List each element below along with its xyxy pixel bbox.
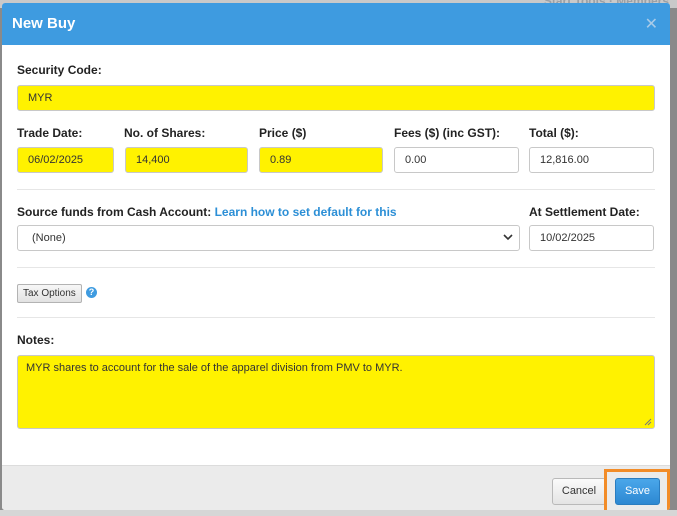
total-label: Total ($): xyxy=(529,126,579,140)
fees-input[interactable]: 0.00 xyxy=(394,147,519,173)
settlement-date-label: At Settlement Date: xyxy=(529,205,640,219)
divider xyxy=(17,317,655,318)
trade-date-label: Trade Date: xyxy=(17,126,83,140)
chevron-down-icon xyxy=(503,234,513,241)
total-input[interactable]: 12,816.00 xyxy=(529,147,654,173)
close-icon[interactable]: ✕ xyxy=(645,14,658,34)
notes-label: Notes: xyxy=(17,333,55,347)
fees-label: Fees ($) (inc GST): xyxy=(394,126,501,140)
notes-text: MYR shares to account for the sale of th… xyxy=(26,362,403,374)
settlement-date-input[interactable]: 10/02/2025 xyxy=(529,225,654,251)
source-funds-label: Source funds from Cash Account: Learn ho… xyxy=(17,205,397,219)
security-code-label: Security Code: xyxy=(17,63,102,77)
save-button[interactable]: Save xyxy=(615,478,660,505)
price-input[interactable]: 0.89 xyxy=(259,147,383,173)
price-label: Price ($) xyxy=(259,126,307,140)
shares-label: No. of Shares: xyxy=(124,126,206,140)
security-code-input[interactable]: MYR xyxy=(17,85,655,111)
cash-account-selected: (None) xyxy=(32,232,66,244)
shares-input[interactable]: 14,400 xyxy=(125,147,248,173)
dialog-title: New Buy xyxy=(12,15,76,32)
learn-default-link[interactable]: Learn how to set default for this xyxy=(215,205,397,219)
new-buy-dialog: New Buy ✕ Security Code: MYR Trade Date:… xyxy=(2,3,670,510)
dialog-header: New Buy ✕ xyxy=(2,3,670,45)
trade-date-input[interactable]: 06/02/2025 xyxy=(17,147,114,173)
source-funds-label-text: Source funds from Cash Account: xyxy=(17,205,212,219)
dialog-footer: Cancel Save xyxy=(2,465,670,510)
help-icon[interactable]: ? xyxy=(86,287,97,298)
divider xyxy=(17,267,655,268)
tax-options-button[interactable]: Tax Options xyxy=(17,284,82,303)
divider xyxy=(17,189,655,190)
background-bottom-strip xyxy=(0,510,677,516)
cash-account-select[interactable]: (None) xyxy=(17,225,520,251)
notes-textarea[interactable]: MYR shares to account for the sale of th… xyxy=(17,355,655,429)
cancel-button[interactable]: Cancel xyxy=(552,478,606,505)
resize-handle-icon[interactable] xyxy=(644,418,652,426)
